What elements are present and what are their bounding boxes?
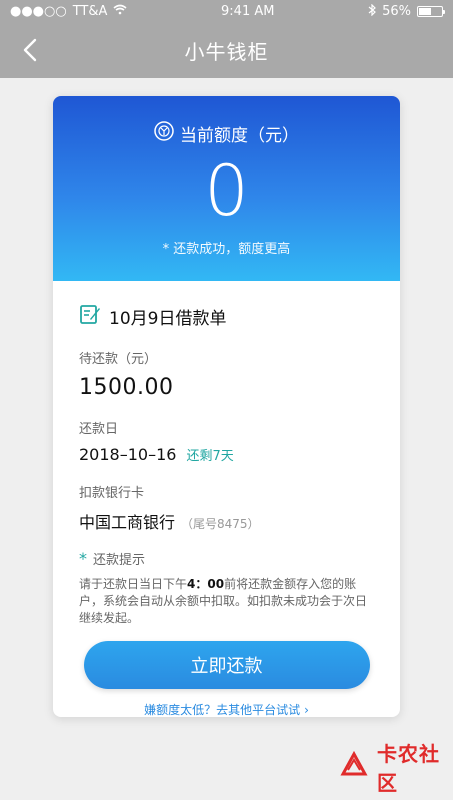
battery-fill — [419, 8, 432, 15]
tips-text-time: 4：00 — [187, 577, 225, 591]
bank-name: 中国工商银行 — [79, 513, 176, 532]
status-time: 9:41 AM — [221, 4, 275, 19]
quota-label: 当前额度（元） — [180, 126, 299, 146]
tips-text: 请于还款日当日下午4：00前将还款金额存入您的账户，系统会自动从余额中扣取。如扣… — [79, 576, 374, 627]
watermark-text: 卡农社区 — [377, 742, 440, 795]
loan-header: 10月9日借款单 — [79, 303, 374, 330]
bank-row: 中国工商银行 （尾号8475） — [79, 509, 374, 533]
bank-label: 扣款银行卡 — [79, 486, 145, 501]
bluetooth-icon — [368, 3, 376, 20]
due-date-row: 2018–10–16 还剩7天 — [79, 445, 374, 464]
asterisk-icon: * — [79, 548, 87, 568]
loan-details: 10月9日借款单 待还款（元） 1500.00 还款日 2018–10–16 还… — [53, 303, 400, 627]
page-title: 小牛钱柜 — [184, 40, 269, 64]
navbar: 小牛钱柜 — [0, 23, 453, 78]
wifi-icon — [113, 4, 127, 19]
quota-badge-icon — [154, 121, 174, 146]
carrier-label: TT&A — [72, 4, 108, 19]
tips-text-before: 请于还款日当日下午 — [79, 577, 188, 591]
tips-title-text: 还款提示 — [93, 553, 146, 568]
tips-title: * 还款提示 — [79, 549, 374, 568]
quota-panel: 当前额度（元） 0 * 还款成功，额度更高 — [53, 96, 400, 281]
battery-icon — [417, 6, 445, 17]
due-date: 2018–10–16 — [79, 445, 177, 464]
quota-header: 当前额度（元） — [53, 96, 400, 146]
chevron-left-icon — [23, 38, 37, 62]
status-right: 56% — [368, 3, 445, 20]
due-amount-label: 待还款（元） — [79, 352, 158, 367]
watermark: 卡农社区 — [337, 742, 447, 795]
status-bar: ●●●○○ TT&A 9:41 AM 56% — [0, 0, 453, 23]
loan-card: 当前额度（元） 0 * 还款成功，额度更高 10月9日借款单 待还款（元） 15… — [53, 96, 400, 717]
signal-strength: ●●●○○ — [10, 4, 67, 19]
quota-value: 0 — [204, 150, 249, 232]
battery-percent: 56% — [382, 4, 411, 19]
loan-document-icon — [79, 303, 101, 330]
status-left: ●●●○○ TT&A — [10, 4, 127, 19]
bank-tail: （尾号8475） — [181, 517, 260, 531]
chevron-right-icon: › — [304, 703, 309, 717]
low-limit-link-text: 嫌额度太低？去其他平台试试 — [144, 703, 301, 717]
loan-title: 10月9日借款单 — [109, 309, 227, 329]
watermark-logo-icon — [337, 748, 371, 786]
remaining-days: 还剩7天 — [186, 449, 234, 464]
pay-now-button[interactable]: 立即还款 — [83, 641, 370, 689]
due-date-label: 还款日 — [79, 422, 119, 437]
low-limit-link[interactable]: 嫌额度太低？去其他平台试试 › — [53, 701, 400, 717]
quota-note: * 还款成功，额度更高 — [162, 242, 291, 257]
back-button[interactable] — [16, 33, 44, 67]
due-amount: 1500.00 — [79, 375, 174, 400]
